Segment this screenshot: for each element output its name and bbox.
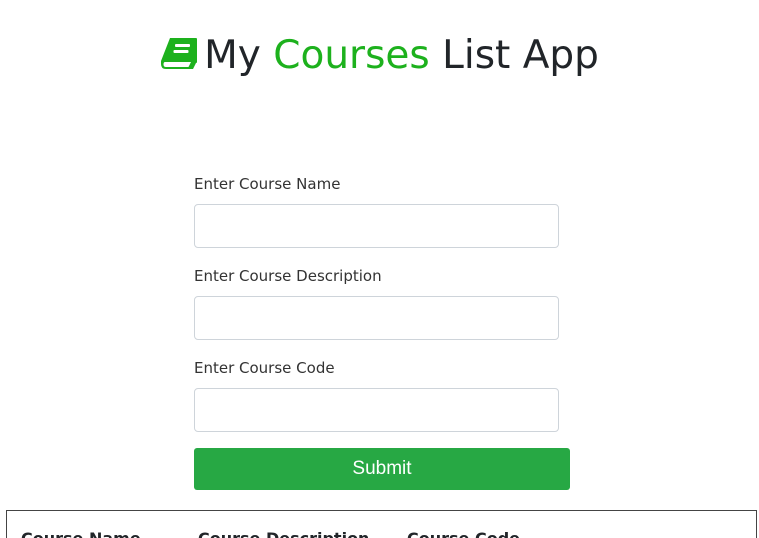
submit-button[interactable]: Submit — [194, 448, 570, 490]
course-code-label: Enter Course Code — [194, 359, 335, 377]
courses-table: Course Name Course Description Course Co… — [6, 510, 757, 538]
column-header-course-code: Course Code — [407, 529, 520, 538]
course-name-label: Enter Course Name — [194, 175, 341, 193]
title-prefix: My — [204, 33, 261, 78]
course-form: Enter Course Name Enter Course Descripti… — [194, 174, 570, 490]
course-description-label: Enter Course Description — [194, 267, 382, 285]
title-accent: Courses — [273, 33, 430, 78]
column-header-course-name: Course Name — [21, 529, 141, 538]
title-suffix: List App — [442, 33, 599, 78]
page-title: My Courses List App — [0, 30, 759, 82]
book-icon — [161, 38, 198, 69]
course-description-input[interactable] — [194, 296, 559, 340]
page: My Courses List App Enter Course Name En… — [0, 0, 759, 538]
course-name-input[interactable] — [194, 204, 559, 248]
column-header-course-description: Course Description — [198, 529, 369, 538]
course-code-input[interactable] — [194, 388, 559, 432]
